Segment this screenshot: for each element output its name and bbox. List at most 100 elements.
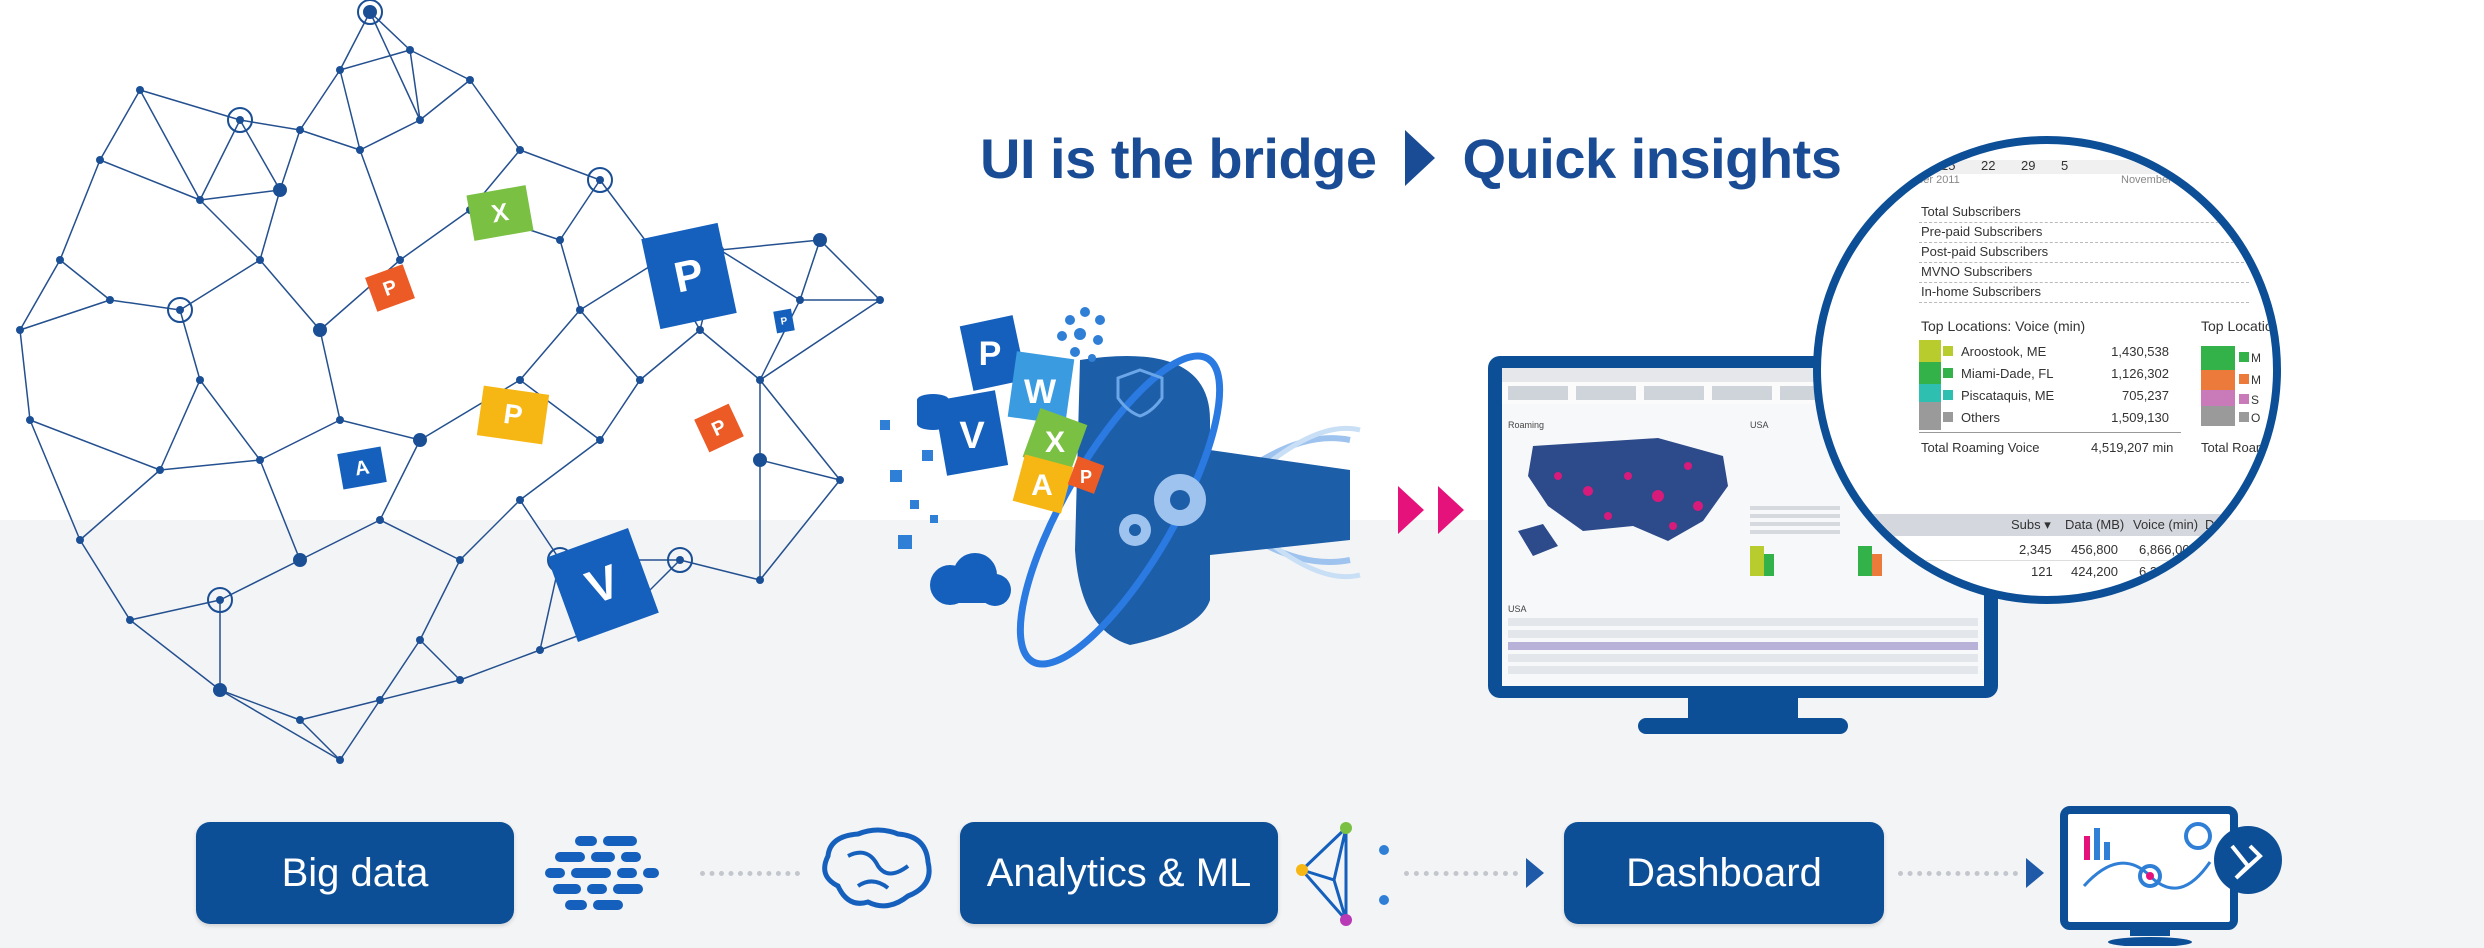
network-node [216,596,224,604]
data-bits-icon [545,836,659,910]
network-node [556,236,564,244]
network-edge [129,599,221,621]
network-edge [759,479,841,581]
network-node [416,116,424,124]
network-edge [19,259,61,331]
table-cell: 456,800 [2071,542,2118,557]
network-edge [819,239,881,301]
network-node [336,756,344,764]
network-edge [259,459,301,561]
network-node [456,676,464,684]
network-node [836,476,844,484]
arrow-right-icon [1526,858,1544,888]
network-node [236,116,244,124]
axis-tick: 5 [2061,158,2069,173]
network-edge [29,419,81,541]
network-node [56,256,64,264]
flow-connector [700,871,800,880]
file-badge: V [547,528,659,642]
network-node [256,256,264,264]
month-label: ober 2011 [1911,174,1960,186]
network-node [376,696,384,704]
brain-icon [822,827,932,909]
table-title: USA [1508,604,1527,614]
zoom-magnifier: 15 22 29 5 ober 2011 November 2011 Total… [1813,136,2281,604]
step-big-data: Big data [196,822,514,924]
flow-connector [1898,871,2018,880]
bar-letter: M [2251,351,2261,365]
network-edge [459,649,541,681]
network-edge [129,619,221,691]
subscriber-row: Pre-paid Subscribers [1921,224,2043,239]
headline-left-text: UI is the bridge [980,126,1377,190]
network-node [293,553,307,567]
network-edge [339,11,371,71]
network-edge [139,89,201,201]
file-badge: P [694,403,744,453]
network-edge [259,189,281,261]
network-node [156,466,164,474]
network-node [16,326,24,334]
network-node [516,376,524,384]
network-edge [159,379,201,471]
network-edge [199,119,241,201]
network-edge [379,519,461,561]
network-edge [179,259,261,311]
network-edge [409,49,471,81]
table-cell: 424,200 [2071,564,2118,579]
data-funnel-illustration: P W V X A P [880,307,1361,668]
network-edge [259,419,341,461]
network-edge [219,689,301,721]
network-edge [519,499,561,561]
bar-letter: M [2251,373,2261,387]
network-edge [759,459,841,481]
network-edge [519,439,601,501]
network-node [296,126,304,134]
network-edge [359,149,401,261]
badge-p2-letter: P [1080,467,1092,487]
table-header[interactable]: Subs ▾ [2011,517,2051,533]
headline: UI is the bridge Quick insights [980,118,1842,198]
network-edge [519,309,581,381]
network-edge [79,469,161,541]
pink-chevrons [1398,486,1478,538]
network-node [636,376,644,384]
step-label: Big data [281,850,429,895]
axis-tick: 29 [2021,158,2036,173]
network-edge [79,539,131,621]
network-edge [19,329,31,421]
network-node [596,176,604,184]
headline-right-text: Quick insights [1462,126,1842,190]
network-node [416,636,424,644]
network-edge [219,559,301,601]
network-edge [699,329,761,381]
network-edge [19,299,111,331]
network-node [273,183,287,197]
network-node [576,306,584,314]
network-node [76,536,84,544]
network-edge [559,179,601,241]
flow-connector [1404,871,1518,880]
network-node [753,453,767,467]
bar-letter: O [2251,411,2260,425]
network-edge [99,89,141,161]
file-badge: P [365,264,415,312]
location-stack-bar-2: M M S O [2201,346,2261,426]
table-header[interactable]: Voice (min) [2133,517,2198,532]
table-header[interactable]: Data (MB) [2065,517,2124,532]
table-header[interactable]: Data/Sub [2205,517,2259,532]
badge-p-letter: P [979,335,1002,373]
network-node [336,66,344,74]
network-node [196,196,204,204]
network-edge [339,69,361,151]
file-badge: A [337,446,387,490]
axis-tick: 15 [1941,158,1956,173]
network-node [536,646,544,654]
network-node [516,496,524,504]
network-node [106,296,114,304]
network-node [516,146,524,154]
network-edge [59,259,111,301]
network-edge [259,259,321,331]
badge-v-letter: V [959,415,985,457]
arrow-right-icon [2026,858,2044,888]
